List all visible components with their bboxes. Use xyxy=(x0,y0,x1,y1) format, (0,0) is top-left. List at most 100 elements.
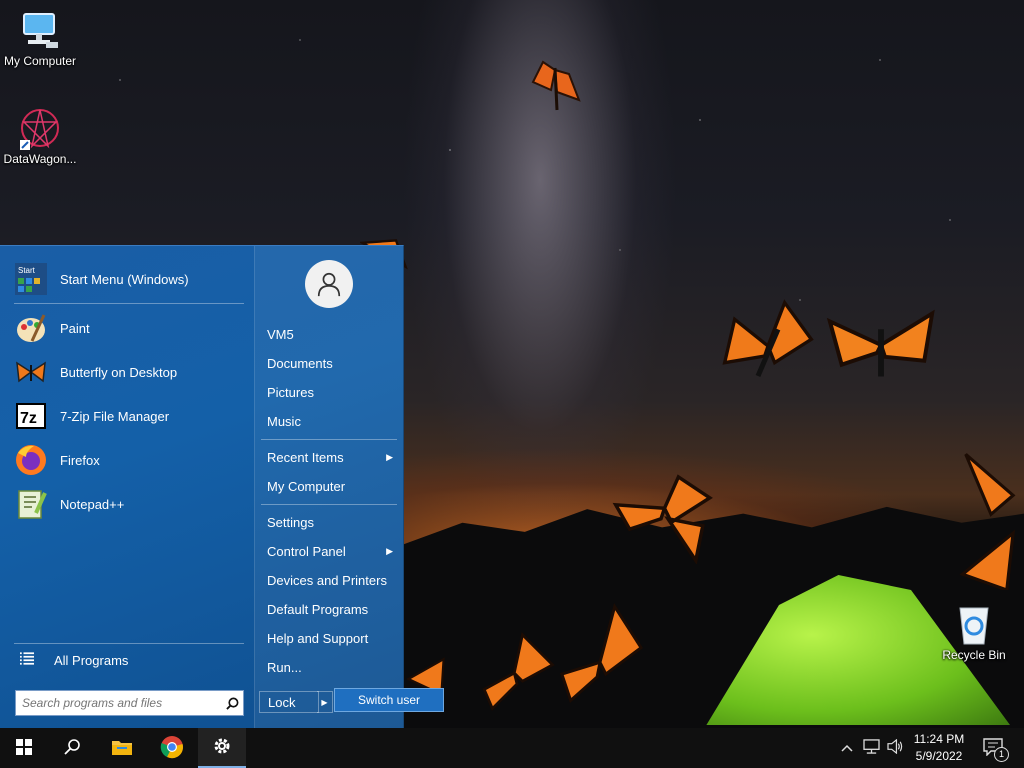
places-item-devices-printers[interactable]: Devices and Printers xyxy=(267,569,399,591)
places-item-default-programs[interactable]: Default Programs xyxy=(267,598,399,620)
butterfly-decoration xyxy=(474,631,560,714)
divider xyxy=(261,439,397,440)
desktop-icon-my-computer[interactable]: My Computer xyxy=(0,8,80,68)
butterfly-decoration xyxy=(608,470,714,565)
places-item-my-computer[interactable]: My Computer xyxy=(267,475,399,497)
volume-tray-button[interactable] xyxy=(884,728,906,768)
firefox-icon xyxy=(14,443,48,477)
places-item-label: Music xyxy=(267,413,301,429)
places-item-label: Documents xyxy=(267,355,333,371)
chevron-right-icon: ▶ xyxy=(321,697,328,707)
start-menu: Start Start Menu (Windows) Paint Butterf… xyxy=(0,245,404,729)
butterfly-decoration xyxy=(822,305,940,385)
program-item-label: Notepad++ xyxy=(60,496,125,512)
start-menu-programs-pane: Start Start Menu (Windows) Paint Butterf… xyxy=(0,246,254,729)
start-button[interactable] xyxy=(0,728,48,768)
all-programs-button[interactable]: All Programs xyxy=(14,647,244,673)
program-item-notepadpp[interactable]: Notepad++ xyxy=(14,484,244,524)
settings-button[interactable] xyxy=(198,728,246,768)
butterfly-decoration xyxy=(556,603,644,707)
program-item-firefox[interactable]: Firefox xyxy=(14,440,244,480)
notification-count-badge: 1 xyxy=(994,747,1009,762)
places-item-label: Default Programs xyxy=(267,601,369,617)
user-avatar-icon[interactable] xyxy=(305,260,353,308)
switch-user-menu-item[interactable]: Switch user xyxy=(334,688,444,712)
submenu-arrow-icon: ▶ xyxy=(386,451,393,462)
network-icon xyxy=(862,739,880,757)
lock-label: Lock xyxy=(268,694,296,710)
program-item-label: 7-Zip File Manager xyxy=(60,408,170,424)
places-item-documents[interactable]: Documents xyxy=(267,352,399,374)
pinned-item-start-menu[interactable]: Start Start Menu (Windows) xyxy=(14,259,244,299)
places-item-label: Run... xyxy=(267,659,302,675)
divider xyxy=(261,504,397,505)
butterfly-decoration xyxy=(958,448,1024,593)
program-item-label: Paint xyxy=(60,320,90,336)
start-menu-icon: Start xyxy=(14,262,48,296)
start-menu-places-pane: VM5 Documents Pictures Music Recent Item… xyxy=(254,246,404,729)
places-item-label: My Computer xyxy=(267,478,346,494)
places-item-label: Devices and Printers xyxy=(267,572,387,588)
desktop-icon-label: My Computer xyxy=(3,54,77,68)
program-item-label: Firefox xyxy=(60,452,100,468)
places-item-label: Help and Support xyxy=(267,630,369,646)
paint-icon xyxy=(14,311,48,345)
power-options-arrow-button[interactable]: ▶ xyxy=(317,691,333,713)
program-item-label: Butterfly on Desktop xyxy=(60,364,178,380)
notification-icon: 1 xyxy=(983,738,1009,762)
search-input[interactable] xyxy=(16,693,221,713)
search-box xyxy=(15,690,244,716)
places-item-vm5[interactable]: VM5 xyxy=(267,323,399,345)
settings-gear-icon xyxy=(212,736,232,759)
file-explorer-icon xyxy=(111,738,133,759)
places-item-label: Control Panel xyxy=(267,543,346,559)
network-tray-button[interactable] xyxy=(860,728,882,768)
program-item-7zip[interactable]: 7z 7-Zip File Manager xyxy=(14,396,244,436)
places-item-label: Pictures xyxy=(267,384,314,400)
clock-date: 5/9/2022 xyxy=(915,749,963,763)
svg-text:Start: Start xyxy=(18,266,36,275)
speaker-icon xyxy=(886,738,904,757)
switch-user-label: Switch user xyxy=(357,693,421,707)
places-item-label: Recent Items xyxy=(267,449,344,465)
computer-icon xyxy=(18,8,62,52)
chrome-button[interactable] xyxy=(148,728,196,768)
submenu-arrow-icon: ▶ xyxy=(386,545,393,556)
butterfly-decoration xyxy=(718,296,818,396)
desktop-icon-label: Recycle Bin xyxy=(942,648,1006,662)
desktop-icon-recycle-bin[interactable]: Recycle Bin xyxy=(934,602,1014,662)
divider xyxy=(14,643,244,644)
notepadpp-icon xyxy=(14,487,48,521)
places-item-run[interactable]: Run... xyxy=(267,656,399,678)
butterfly-decoration xyxy=(525,55,585,125)
taskbar: 11:24 PM 5/9/2022 1 xyxy=(0,728,1024,768)
pinned-item-label: Start Menu (Windows) xyxy=(60,271,189,287)
lock-button[interactable]: Lock xyxy=(259,691,319,713)
places-item-recent-items[interactable]: Recent Items ▶ xyxy=(267,446,399,468)
chevron-up-icon xyxy=(841,741,853,755)
places-item-label: VM5 xyxy=(267,326,294,342)
divider xyxy=(14,303,244,304)
desktop-icon-datawagon[interactable]: DataWagon... xyxy=(0,106,80,166)
7zip-icon: 7z xyxy=(14,399,48,433)
svg-text:7z: 7z xyxy=(20,410,37,427)
places-item-help-support[interactable]: Help and Support xyxy=(267,627,399,649)
search-button[interactable] xyxy=(48,728,96,768)
action-center-button[interactable]: 1 xyxy=(978,728,1010,768)
file-explorer-button[interactable] xyxy=(98,728,146,768)
list-icon xyxy=(20,652,46,668)
places-item-settings[interactable]: Settings xyxy=(267,511,399,533)
places-item-pictures[interactable]: Pictures xyxy=(267,381,399,403)
places-item-music[interactable]: Music xyxy=(267,410,399,432)
search-icon[interactable] xyxy=(221,692,243,714)
desktop-icon-label: DataWagon... xyxy=(3,152,77,166)
clock-time: 11:24 PM xyxy=(913,732,965,746)
butterfly-icon xyxy=(14,355,48,389)
taskbar-clock[interactable]: 11:24 PM 5/9/2022 xyxy=(908,731,970,765)
places-item-label: Settings xyxy=(267,514,314,530)
search-icon xyxy=(64,738,80,758)
show-hidden-icons-button[interactable] xyxy=(838,728,856,768)
program-item-paint[interactable]: Paint xyxy=(14,308,244,348)
places-item-control-panel[interactable]: Control Panel ▶ xyxy=(267,540,399,562)
program-item-butterfly[interactable]: Butterfly on Desktop xyxy=(14,352,244,392)
